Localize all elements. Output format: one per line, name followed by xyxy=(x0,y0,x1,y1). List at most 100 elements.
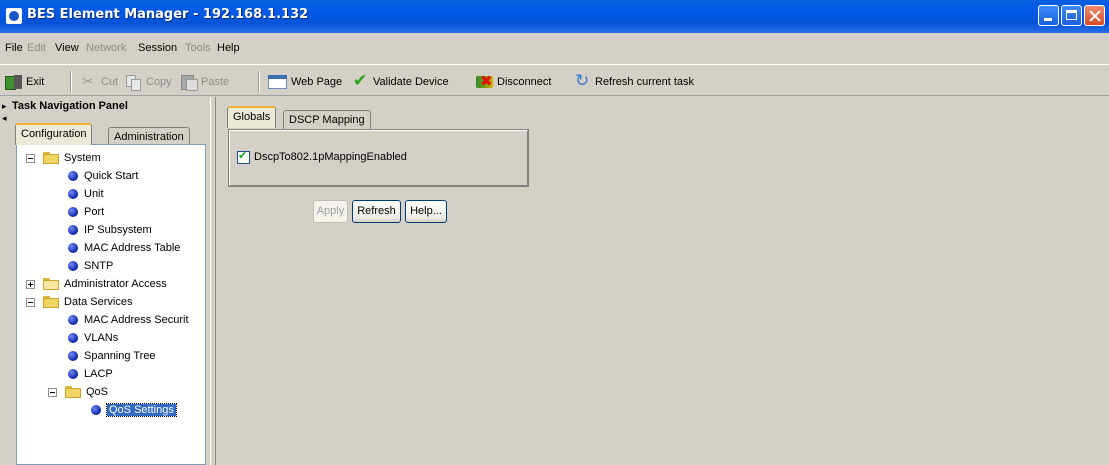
toolbar: Exit Cut Copy Paste Web Page Validate De… xyxy=(0,64,1109,96)
tree-label: QoS xyxy=(86,386,109,398)
paste-label: Paste xyxy=(201,76,230,88)
collapse-toggle-icon[interactable] xyxy=(48,388,57,397)
tree-item-ip-subsystem[interactable]: IP Subsystem xyxy=(68,221,152,239)
collapse-toggle-icon[interactable] xyxy=(26,298,35,307)
tab-dscp-mapping[interactable]: DSCP Mapping xyxy=(283,110,371,130)
dscp-mapping-enabled-checkbox[interactable] xyxy=(237,149,250,164)
menu-session[interactable]: Session xyxy=(138,42,177,54)
window-title: BES Element Manager - 192.168.1.132 xyxy=(27,7,309,22)
tree-item-qos-settings[interactable]: QoS Settings xyxy=(91,401,177,419)
menu-file[interactable]: File xyxy=(5,42,23,54)
exit-icon xyxy=(5,74,23,90)
exit-button[interactable]: Exit xyxy=(5,73,44,91)
toolbar-separator xyxy=(258,71,260,93)
help-button[interactable]: Help... xyxy=(405,200,447,223)
nav-panel-title: Task Navigation Panel xyxy=(12,100,128,112)
close-button[interactable] xyxy=(1084,5,1105,26)
toolbar-separator xyxy=(70,71,72,93)
bullet-icon xyxy=(68,333,78,343)
bullet-icon xyxy=(68,189,78,199)
open-folder-icon xyxy=(65,386,81,398)
dscp-mapping-enabled-label[interactable]: DscpTo802.1pMappingEnabled xyxy=(254,151,407,163)
bullet-icon xyxy=(68,243,78,253)
tree-item-administrator-access[interactable]: Administrator Access xyxy=(25,275,167,293)
scissors-icon xyxy=(80,73,98,90)
tab-configuration[interactable]: Configuration xyxy=(15,123,93,145)
folder-icon xyxy=(43,278,59,290)
bullet-icon xyxy=(68,261,78,271)
title-bar[interactable]: BES Element Manager - 192.168.1.132 xyxy=(0,0,1109,33)
tree-item-spanning-tree[interactable]: Spanning Tree xyxy=(68,347,156,365)
tree-item-mac-address-security[interactable]: MAC Address Securit xyxy=(68,311,189,329)
expand-toggle-icon[interactable] xyxy=(26,280,35,289)
tree-item-unit[interactable]: Unit xyxy=(68,185,104,203)
menu-edit[interactable]: Edit xyxy=(27,42,46,54)
tree-label: MAC Address Securit xyxy=(84,314,189,326)
refresh-task-label: Refresh current task xyxy=(595,76,695,88)
apply-button[interactable]: Apply xyxy=(313,200,348,223)
tree-label: Administrator Access xyxy=(64,278,167,290)
minimize-button[interactable] xyxy=(1038,5,1059,26)
open-folder-icon xyxy=(43,296,59,308)
tree-label: Spanning Tree xyxy=(84,350,156,362)
cut-button[interactable]: Cut xyxy=(80,73,118,91)
tree-label: Port xyxy=(84,206,105,218)
bullet-icon xyxy=(68,369,78,379)
tree-label-selected: QoS Settings xyxy=(106,403,177,417)
menu-help[interactable]: Help xyxy=(217,42,240,54)
app-icon xyxy=(6,8,22,24)
tree-item-port[interactable]: Port xyxy=(68,203,104,221)
web-page-icon xyxy=(268,74,288,90)
paste-button[interactable]: Paste xyxy=(180,73,229,91)
tab-globals[interactable]: Globals xyxy=(227,106,277,128)
tree-label: Data Services xyxy=(64,296,133,308)
tree-item-vlans[interactable]: VLANs xyxy=(68,329,118,347)
tree-label: IP Subsystem xyxy=(84,224,152,236)
checkmark-icon xyxy=(352,71,370,91)
tree-item-quick-start[interactable]: Quick Start xyxy=(68,167,138,185)
open-folder-icon xyxy=(43,152,59,164)
validate-device-button[interactable]: Validate Device xyxy=(352,71,449,91)
disconnect-label: Disconnect xyxy=(497,76,552,88)
tree-item-qos[interactable]: QoS xyxy=(47,383,108,401)
navigation-tree: System Quick Start Unit Port IP Subsyste… xyxy=(16,144,206,465)
tree-item-mac-address-table[interactable]: MAC Address Table xyxy=(68,239,180,257)
tree-label: Quick Start xyxy=(84,170,139,182)
cut-label: Cut xyxy=(101,76,119,88)
paste-icon xyxy=(180,74,198,91)
refresh-button[interactable]: Refresh xyxy=(352,200,401,223)
copy-button[interactable]: Copy xyxy=(125,73,172,91)
maximize-button[interactable] xyxy=(1061,5,1082,26)
refresh-current-task-button[interactable]: Refresh current task xyxy=(574,71,695,91)
disconnect-icon xyxy=(476,72,494,90)
panel-splitter[interactable] xyxy=(210,97,216,465)
bullet-icon xyxy=(68,351,78,361)
bullet-icon xyxy=(68,207,78,217)
collapse-toggle-icon[interactable] xyxy=(26,154,35,163)
menu-view[interactable]: View xyxy=(55,42,79,54)
disconnect-button[interactable]: Disconnect xyxy=(476,72,552,91)
menu-tools[interactable]: Tools xyxy=(185,42,211,54)
tree-label: VLANs xyxy=(84,332,119,344)
refresh-icon xyxy=(574,71,592,91)
menu-bar: File Edit View Network Session Tools Hel… xyxy=(0,36,1109,58)
copy-label: Copy xyxy=(146,76,172,88)
tree-item-sntp[interactable]: SNTP xyxy=(68,257,113,275)
bullet-icon xyxy=(68,315,78,325)
bullet-icon xyxy=(68,171,78,181)
tree-label: Unit xyxy=(84,188,104,200)
web-page-label: Web Page xyxy=(291,76,343,88)
exit-label: Exit xyxy=(26,76,45,88)
tree-label: MAC Address Table xyxy=(84,242,181,254)
web-page-button[interactable]: Web Page xyxy=(268,73,342,91)
tree-label: System xyxy=(64,152,101,164)
copy-icon xyxy=(125,74,143,91)
bullet-icon xyxy=(68,225,78,235)
menu-network[interactable]: Network xyxy=(86,42,126,54)
tree-item-system[interactable]: System xyxy=(25,149,101,167)
tree-label: SNTP xyxy=(84,260,114,272)
validate-label: Validate Device xyxy=(373,76,449,88)
tree-item-lacp[interactable]: LACP xyxy=(68,365,113,383)
tree-item-data-services[interactable]: Data Services xyxy=(25,293,132,311)
bullet-icon xyxy=(91,405,101,415)
